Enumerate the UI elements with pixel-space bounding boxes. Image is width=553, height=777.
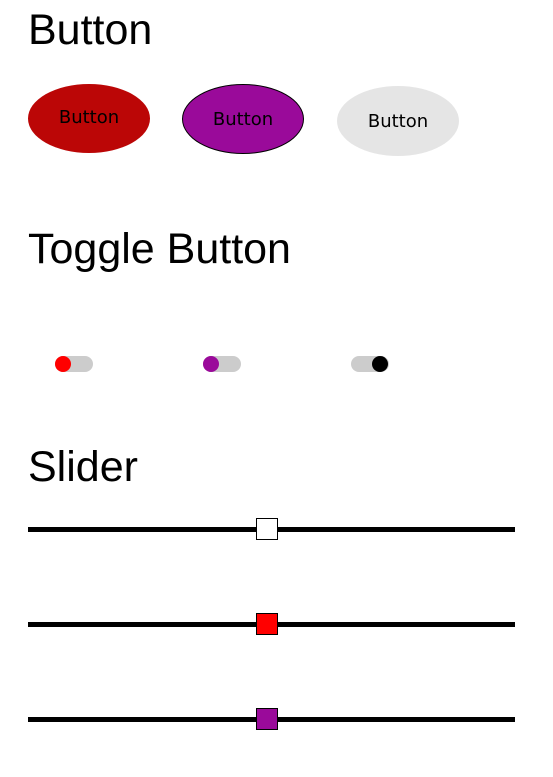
slider-thumb[interactable] [256, 708, 278, 730]
black-toggle[interactable] [351, 356, 389, 372]
red-button-label: Button [58, 107, 120, 128]
white-slider[interactable] [28, 517, 515, 543]
slider-section-heading: Slider [28, 443, 138, 491]
purple-button-label: Button [212, 108, 274, 130]
gray-button-label: Button [367, 110, 429, 132]
toggle-knob [55, 356, 71, 372]
purple-toggle[interactable] [203, 356, 241, 372]
gray-button[interactable]: Button [337, 86, 459, 156]
toggle-section-heading: Toggle Button [28, 225, 291, 273]
slider-thumb[interactable] [256, 613, 278, 635]
button-section-heading: Button [28, 6, 153, 54]
red-slider[interactable] [28, 612, 515, 638]
toggle-knob [203, 356, 219, 372]
slider-thumb[interactable] [256, 518, 278, 540]
red-toggle[interactable] [55, 356, 93, 372]
purple-slider[interactable] [28, 707, 515, 733]
purple-button[interactable]: Button [182, 84, 304, 154]
toggle-knob [372, 356, 388, 372]
red-button[interactable]: Button [28, 84, 150, 153]
